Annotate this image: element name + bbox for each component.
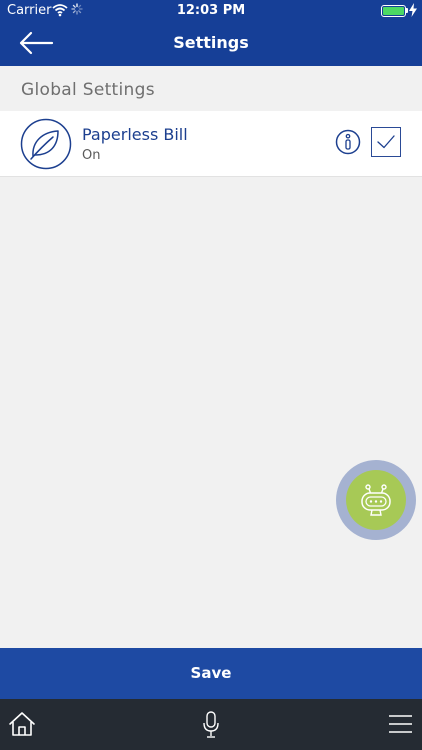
section-title: Global Settings bbox=[21, 80, 155, 100]
home-icon[interactable] bbox=[8, 711, 36, 737]
setting-row-paperless-bill[interactable]: Paperless Bill On bbox=[0, 111, 422, 177]
leaf-icon bbox=[20, 118, 72, 170]
battery-tip bbox=[406, 8, 408, 13]
robot-icon bbox=[361, 484, 391, 516]
setting-status: On bbox=[82, 148, 101, 163]
page-title: Settings bbox=[173, 33, 249, 52]
microphone-icon[interactable] bbox=[201, 711, 221, 739]
charging-bolt-icon bbox=[409, 3, 417, 17]
battery-icon bbox=[381, 5, 406, 17]
save-button[interactable]: Save bbox=[0, 648, 422, 699]
battery-level bbox=[383, 7, 404, 15]
clock: 12:03 PM bbox=[176, 3, 246, 18]
app-header: Carrier 12:03 PM Settings bbox=[0, 0, 422, 66]
bottom-toolbar bbox=[0, 699, 422, 750]
checkmark-icon bbox=[377, 135, 395, 149]
chatbot-button-inner bbox=[346, 470, 406, 530]
info-icon[interactable] bbox=[335, 129, 361, 155]
status-bar: Carrier 12:03 PM bbox=[0, 0, 422, 22]
setting-title: Paperless Bill bbox=[82, 125, 188, 144]
paperless-bill-checkbox[interactable] bbox=[371, 127, 401, 157]
chatbot-button[interactable] bbox=[336, 460, 416, 540]
menu-icon[interactable] bbox=[388, 714, 413, 734]
